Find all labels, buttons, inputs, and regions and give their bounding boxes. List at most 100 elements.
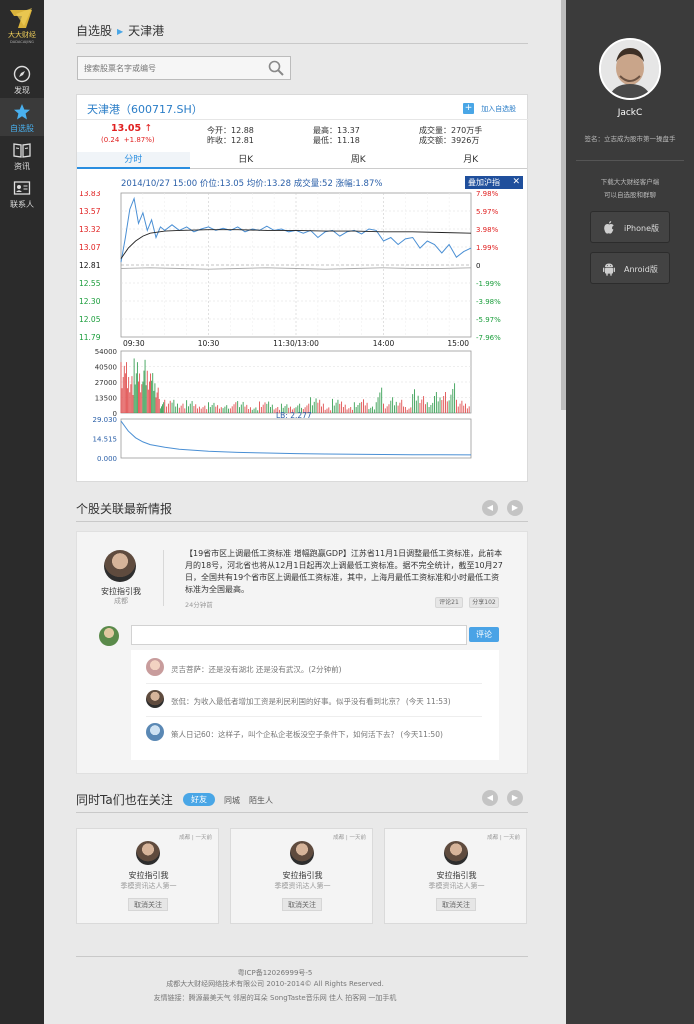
y-tick-right: 3.98% [476, 226, 499, 234]
star-icon [14, 104, 30, 120]
volume-y-tick: 27000 [95, 379, 117, 387]
comment-item: 灵吉菩萨：还是没有湖北 还是没有武汉。(2分钟前) [171, 665, 342, 674]
profile-signature: 签名：立志成为股市第一操盘手 [584, 135, 676, 143]
news-author-location: 成都 [114, 597, 128, 605]
news-time: 24分钟前 [185, 601, 213, 609]
y-tick-right: -1.99% [476, 280, 501, 288]
breadcrumb-arrow-icon: ▶ [117, 27, 124, 36]
unfollow-button[interactable]: 取消关注 [282, 898, 322, 911]
tab-strangers[interactable]: 陌生人 [249, 795, 273, 806]
follow-card-desc: 季模资讯达人第一 [428, 882, 485, 890]
next-arrow-button[interactable]: ▶ [507, 790, 523, 806]
profile-avatar[interactable] [599, 38, 661, 100]
lb-label: LB: 2.277 [276, 411, 312, 420]
y-tick-left: 12.81 [79, 261, 101, 270]
tab-friends[interactable]: 好友 [183, 793, 215, 806]
add-watchlist-button[interactable]: + 加入自选股 [463, 103, 516, 115]
nav-item-contacts[interactable]: 联系人 [0, 174, 44, 212]
y-tick-left: 11.79 [79, 333, 101, 342]
nav-item-label: 资讯 [14, 162, 30, 171]
comment-input[interactable] [131, 625, 467, 645]
follow-card-name[interactable]: 安拉指引我 [231, 870, 374, 881]
y-tick-left: 13.07 [79, 243, 101, 252]
follow-card-meta: 成都 | 一天前 [179, 835, 212, 841]
x-tick-label: 09:30 [123, 339, 145, 348]
stock-search-box [77, 56, 291, 80]
follow-card-name[interactable]: 安拉指引我 [77, 870, 220, 881]
avatar[interactable] [136, 841, 160, 865]
search-icon[interactable] [268, 60, 284, 76]
dadacaijing-logo[interactable]: 大大财经 DADACAIJING [2, 6, 42, 46]
share-count-button[interactable]: 分享102 [469, 597, 499, 608]
x-tick-label: 10:30 [198, 339, 220, 348]
android-download-button[interactable]: Anroid版 [590, 252, 670, 284]
footer-links[interactable]: 友情链接：腾源最美天气 邻居的耳朵 SongTaste音乐网 佳人 拍客网 一加… [14, 993, 536, 1003]
avatar[interactable] [146, 723, 164, 741]
volume-y-tick: 54000 [95, 348, 117, 356]
profile-name: JackC [617, 108, 643, 118]
iphone-download-button[interactable]: iPhone版 [590, 211, 670, 243]
avatar[interactable] [146, 658, 164, 676]
y-tick-right: -3.98% [476, 298, 501, 306]
android-icon [603, 263, 615, 276]
unfollow-button[interactable]: 取消关注 [436, 898, 476, 911]
download-prompt-line1: 下载大大财经客户端 [600, 178, 660, 186]
y-tick-left: 12.30 [79, 297, 101, 306]
stock-title: 天津港（600717.SH） [87, 103, 203, 116]
divider [163, 550, 164, 606]
y-tick-right: 5.97% [476, 208, 499, 216]
overlay-index-button[interactable]: 叠加沪指 ✕ [465, 176, 523, 189]
y-tick-right: -5.97% [476, 316, 501, 324]
comment-count-button[interactable]: 评论21 [435, 597, 463, 608]
y-tick-left: 13.57 [79, 207, 101, 216]
lb-y-tick: 29.030 [93, 416, 118, 424]
follow-card-name[interactable]: 安拉指引我 [385, 870, 528, 881]
breadcrumb-current: 天津港 [128, 24, 165, 38]
my-avatar [99, 626, 119, 646]
unfollow-button[interactable]: 取消关注 [128, 898, 168, 911]
iphone-download-label: iPhone版 [624, 224, 660, 233]
y-tick-right: 0 [476, 262, 480, 270]
plus-icon: + [463, 103, 474, 114]
news-section-title: 个股关联最新情报 [76, 502, 173, 516]
add-watchlist-label: 加入自选股 [481, 104, 517, 113]
avatar[interactable] [444, 841, 468, 865]
divider [146, 716, 482, 717]
tab-daily-k[interactable]: 日K [189, 152, 302, 169]
avatar[interactable] [104, 550, 136, 582]
x-tick-label: 14:00 [373, 339, 395, 348]
close-icon[interactable]: ✕ [512, 176, 520, 189]
footer-copyright: 成都大大财经网络技术有限公司 2010-2014© All Rights Res… [166, 980, 384, 988]
comment-list: 灵吉菩萨：还是没有湖北 还是没有武汉。(2分钟前) 张侃：为收入最低者增加工资是… [131, 650, 499, 760]
profile-panel: JackC 签名：立志成为股市第一操盘手 下载大大财经客户端 可以自选股和群聊 … [566, 0, 694, 1024]
divider [146, 683, 482, 684]
download-prompt-line2: 可以自选股和群聊 [604, 191, 656, 199]
android-download-label: Anroid版 [624, 265, 658, 274]
follow-card: 成都 | 一天前 安拉指引我 季模资讯达人第一 取消关注 [230, 828, 373, 924]
prev-arrow-button[interactable]: ◀ [482, 790, 498, 806]
nav-item-watchlist[interactable]: 自选股 [0, 98, 44, 136]
nav-item-news[interactable]: 资讯 [0, 136, 44, 174]
chart-tabs: 分时 日K 周K 月K [77, 152, 527, 169]
stock-card: 天津港（600717.SH） + 加入自选股 13.05 ↑ (0.24 +1.… [76, 94, 529, 482]
tab-weekly-k[interactable]: 周K [302, 152, 415, 169]
next-arrow-button[interactable]: ▶ [507, 500, 523, 516]
divider [76, 956, 528, 957]
breadcrumb-parent[interactable]: 自选股 [76, 24, 112, 38]
y-tick-right: -7.96% [476, 334, 501, 342]
nav-item-discover[interactable]: 发现 [0, 60, 44, 98]
search-input[interactable] [78, 57, 258, 79]
avatar[interactable] [290, 841, 314, 865]
avatar[interactable] [146, 690, 164, 708]
logo-subtext: DADACAIJING [10, 40, 34, 44]
nav-item-label: 联系人 [10, 200, 34, 209]
breadcrumb: 自选股 ▶ 天津港 [76, 22, 164, 39]
tab-same-city[interactable]: 同城 [224, 795, 240, 806]
tab-monthly-k[interactable]: 月K [414, 152, 527, 169]
tab-intraday[interactable]: 分时 [77, 152, 190, 169]
left-nav: 大大财经 DADACAIJING 发现 自选股 资讯 联系人 [0, 0, 44, 1024]
footer-icp: 粤ICP备12026999号-5 [237, 969, 313, 977]
prev-arrow-button[interactable]: ◀ [482, 500, 498, 516]
submit-comment-button[interactable]: 评论 [469, 627, 499, 642]
turnover: 成交额：3926万 [419, 136, 480, 145]
